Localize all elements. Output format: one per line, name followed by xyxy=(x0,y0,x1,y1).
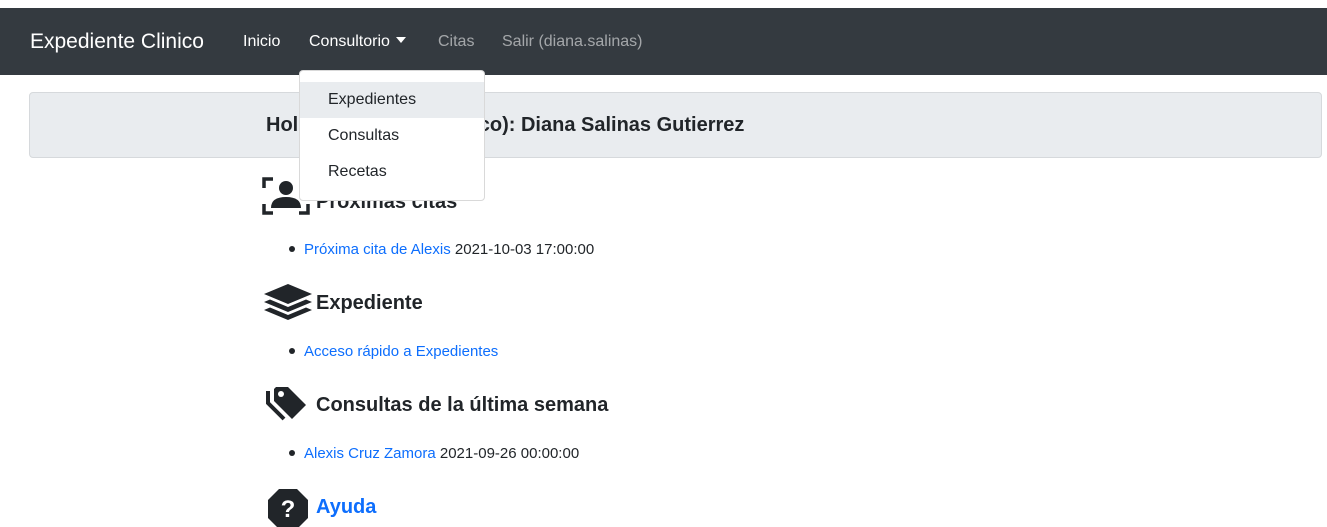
list-item-expediente: Acceso rápido a Expedientes xyxy=(289,341,498,363)
bullet-icon xyxy=(289,246,295,253)
list-item-consulta: Alexis Cruz Zamora 2021-09-26 00:00:00 xyxy=(289,443,579,465)
navbar-brand[interactable]: Expediente Clinico xyxy=(30,8,204,75)
dropdown-item-expedientes[interactable]: Expedientes xyxy=(300,82,484,118)
cita-datetime: 2021-10-03 17:00:00 xyxy=(454,241,595,258)
layers-icon xyxy=(264,284,312,320)
nav-link-consultorio-label: Consultorio xyxy=(309,33,390,50)
expedientes-quick-link[interactable]: Acceso rápido a Expedientes xyxy=(304,343,498,360)
dropdown-item-consultas[interactable]: Consultas xyxy=(300,118,484,154)
bullet-icon xyxy=(289,348,295,355)
navbar: Expediente Clinico Inicio Consultorio Ci… xyxy=(0,8,1327,75)
bullet-icon xyxy=(289,450,295,457)
chevron-down-icon xyxy=(395,36,406,43)
nav-link-inicio[interactable]: Inicio xyxy=(243,8,280,75)
dropdown-item-recetas[interactable]: Recetas xyxy=(300,154,484,190)
greeting-banner: Hol ico): Diana Salinas Gutierrez xyxy=(29,92,1322,158)
svg-text:?: ? xyxy=(281,496,296,523)
nav-link-citas[interactable]: Citas xyxy=(438,8,474,75)
greeting-prefix: Hol xyxy=(266,114,299,136)
list-item-cita: Próxima cita de Alexis 2021-10-03 17:00:… xyxy=(289,239,594,261)
consulta-link[interactable]: Alexis Cruz Zamora xyxy=(304,445,436,462)
nav-link-consultorio[interactable]: Consultorio xyxy=(309,8,406,75)
ayuda-link[interactable]: Ayuda xyxy=(316,487,376,527)
section-title-consultas: Consultas de la última semana xyxy=(316,394,609,416)
nav-link-salir[interactable]: Salir (diana.salinas) xyxy=(502,8,643,75)
cita-link[interactable]: Próxima cita de Alexis xyxy=(304,241,451,258)
consultorio-dropdown-menu: Expedientes Consultas Recetas xyxy=(299,70,485,201)
section-title-expediente: Expediente xyxy=(316,292,423,314)
consulta-datetime: 2021-09-26 00:00:00 xyxy=(439,445,580,462)
question-icon: ? xyxy=(268,489,308,527)
greeting-suffix: ico): Diana Salinas Gutierrez xyxy=(473,114,745,136)
tags-icon xyxy=(266,387,306,421)
